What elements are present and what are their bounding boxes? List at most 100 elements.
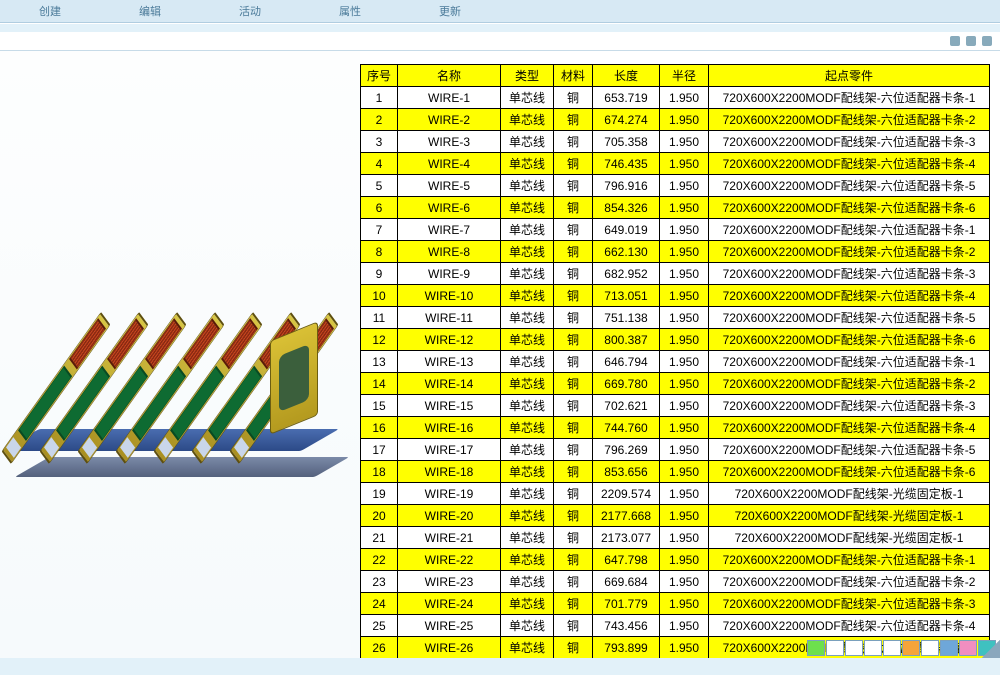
pager-cell[interactable]: [807, 640, 825, 656]
table-cell: 单芯线: [501, 483, 554, 505]
table-cell: WIRE-2: [398, 109, 501, 131]
pager-cell[interactable]: [883, 640, 901, 656]
table-cell: 720X600X2200MODF配线架-六位适配器卡条-1: [709, 219, 990, 241]
menu-item[interactable]: 创建: [0, 3, 100, 19]
table-row[interactable]: 18WIRE-18单芯线铜853.6561.950720X600X2200MOD…: [361, 461, 990, 483]
table-cell: 646.794: [593, 351, 660, 373]
table-row[interactable]: 10WIRE-10单芯线铜713.0511.950720X600X2200MOD…: [361, 285, 990, 307]
wire-table[interactable]: 序号名称类型材料长度半径起点零件 1WIRE-1单芯线铜653.7191.950…: [360, 64, 990, 658]
menubar: 创建编辑活动属性更新: [0, 0, 1000, 23]
table-row[interactable]: 22WIRE-22单芯线铜647.7981.950720X600X2200MOD…: [361, 549, 990, 571]
table-row[interactable]: 21WIRE-21单芯线铜2173.0771.950720X600X2200MO…: [361, 527, 990, 549]
pager-cell[interactable]: [921, 640, 939, 656]
table-cell: 铜: [554, 505, 593, 527]
table-row[interactable]: 15WIRE-15单芯线铜702.6211.950720X600X2200MOD…: [361, 395, 990, 417]
table-cell: 单芯线: [501, 593, 554, 615]
table-cell: 720X600X2200MODF配线架-光缆固定板-1: [709, 483, 990, 505]
table-cell: 720X600X2200MODF配线架-六位适配器卡条-2: [709, 109, 990, 131]
table-cell: 2173.077: [593, 527, 660, 549]
table-cell: 713.051: [593, 285, 660, 307]
table-header-cell[interactable]: 材料: [554, 65, 593, 87]
table-cell: 3: [361, 131, 398, 153]
table-cell: 744.760: [593, 417, 660, 439]
menu-item[interactable]: 更新: [400, 3, 500, 19]
pager-cell[interactable]: [959, 640, 977, 656]
table-cell: 6: [361, 197, 398, 219]
pager-cell[interactable]: [864, 640, 882, 656]
pager-cell[interactable]: [902, 640, 920, 656]
table-cell: 14: [361, 373, 398, 395]
table-row[interactable]: 25WIRE-25单芯线铜743.4561.950720X600X2200MOD…: [361, 615, 990, 637]
table-row[interactable]: 16WIRE-16单芯线铜744.7601.950720X600X2200MOD…: [361, 417, 990, 439]
table-cell: 1.950: [660, 87, 709, 109]
table-cell: 720X600X2200MODF配线架-六位适配器卡条-2: [709, 373, 990, 395]
table-cell: 15: [361, 395, 398, 417]
pager-cell[interactable]: [845, 640, 863, 656]
table-row[interactable]: 2WIRE-2单芯线铜674.2741.950720X600X2200MODF配…: [361, 109, 990, 131]
table-cell: 铜: [554, 131, 593, 153]
table-cell: WIRE-3: [398, 131, 501, 153]
table-row[interactable]: 1WIRE-1单芯线铜653.7191.950720X600X2200MODF配…: [361, 87, 990, 109]
table-cell: 1.950: [660, 505, 709, 527]
table-cell: 单芯线: [501, 461, 554, 483]
table-cell: 铜: [554, 329, 593, 351]
table-header-row: 序号名称类型材料长度半径起点零件: [361, 65, 990, 87]
table-header-cell[interactable]: 名称: [398, 65, 501, 87]
table-cell: 1.950: [660, 241, 709, 263]
model-assembly: [20, 285, 340, 485]
table-cell: 1.950: [660, 417, 709, 439]
table-header-cell[interactable]: 类型: [501, 65, 554, 87]
pager-cell[interactable]: [826, 640, 844, 656]
pager-cell[interactable]: [940, 640, 958, 656]
table-row[interactable]: 13WIRE-13单芯线铜646.7941.950720X600X2200MOD…: [361, 351, 990, 373]
table-row[interactable]: 9WIRE-9单芯线铜682.9521.950720X600X2200MODF配…: [361, 263, 990, 285]
table-cell: 单芯线: [501, 219, 554, 241]
table-cell: WIRE-8: [398, 241, 501, 263]
tool-icon[interactable]: [982, 36, 992, 46]
table-row[interactable]: 24WIRE-24单芯线铜701.7791.950720X600X2200MOD…: [361, 593, 990, 615]
table-header-cell[interactable]: 半径: [660, 65, 709, 87]
sheet-pager[interactable]: [807, 640, 996, 654]
table-cell: WIRE-1: [398, 87, 501, 109]
menu-item[interactable]: 活动: [200, 3, 300, 19]
table-row[interactable]: 19WIRE-19单芯线铜2209.5741.950720X600X2200MO…: [361, 483, 990, 505]
table-row[interactable]: 6WIRE-6单芯线铜854.3261.950720X600X2200MODF配…: [361, 197, 990, 219]
menu-item[interactable]: 属性: [300, 3, 400, 19]
table-header-cell[interactable]: 长度: [593, 65, 660, 87]
table-cell: 单芯线: [501, 395, 554, 417]
table-row[interactable]: 23WIRE-23单芯线铜669.6841.950720X600X2200MOD…: [361, 571, 990, 593]
table-cell: 1: [361, 87, 398, 109]
tool-icon[interactable]: [966, 36, 976, 46]
table-cell: 720X600X2200MODF配线架-六位适配器卡条-5: [709, 439, 990, 461]
table-row[interactable]: 17WIRE-17单芯线铜796.2691.950720X600X2200MOD…: [361, 439, 990, 461]
table-cell: 720X600X2200MODF配线架-六位适配器卡条-3: [709, 593, 990, 615]
table-cell: 1.950: [660, 373, 709, 395]
table-header-cell[interactable]: 起点零件: [709, 65, 990, 87]
3d-viewport[interactable]: [0, 51, 360, 658]
table-row[interactable]: 12WIRE-12单芯线铜800.3871.950720X600X2200MOD…: [361, 329, 990, 351]
table-cell: 铜: [554, 417, 593, 439]
table-row[interactable]: 14WIRE-14单芯线铜669.7801.950720X600X2200MOD…: [361, 373, 990, 395]
table-cell: 单芯线: [501, 131, 554, 153]
table-cell: 8: [361, 241, 398, 263]
table-cell: WIRE-17: [398, 439, 501, 461]
table-cell: 649.019: [593, 219, 660, 241]
table-row[interactable]: 11WIRE-11单芯线铜751.1381.950720X600X2200MOD…: [361, 307, 990, 329]
table-cell: 1.950: [660, 219, 709, 241]
table-row[interactable]: 4WIRE-4单芯线铜746.4351.950720X600X2200MODF配…: [361, 153, 990, 175]
table-row[interactable]: 3WIRE-3单芯线铜705.3581.950720X600X2200MODF配…: [361, 131, 990, 153]
page-corner-icon: [982, 640, 1000, 658]
table-row[interactable]: 7WIRE-7单芯线铜649.0191.950720X600X2200MODF配…: [361, 219, 990, 241]
table-cell: 单芯线: [501, 615, 554, 637]
table-row[interactable]: 8WIRE-8单芯线铜662.1301.950720X600X2200MODF配…: [361, 241, 990, 263]
menu-item[interactable]: 编辑: [100, 3, 200, 19]
tool-icon[interactable]: [950, 36, 960, 46]
table-cell: 743.456: [593, 615, 660, 637]
table-header-cell[interactable]: 序号: [361, 65, 398, 87]
table-cell: 720X600X2200MODF配线架-六位适配器卡条-1: [709, 87, 990, 109]
table-row[interactable]: 5WIRE-5单芯线铜796.9161.950720X600X2200MODF配…: [361, 175, 990, 197]
table-cell: 单芯线: [501, 571, 554, 593]
table-row[interactable]: 20WIRE-20单芯线铜2177.6681.950720X600X2200MO…: [361, 505, 990, 527]
table-cell: 720X600X2200MODF配线架-六位适配器卡条-5: [709, 307, 990, 329]
table-cell: 1.950: [660, 549, 709, 571]
